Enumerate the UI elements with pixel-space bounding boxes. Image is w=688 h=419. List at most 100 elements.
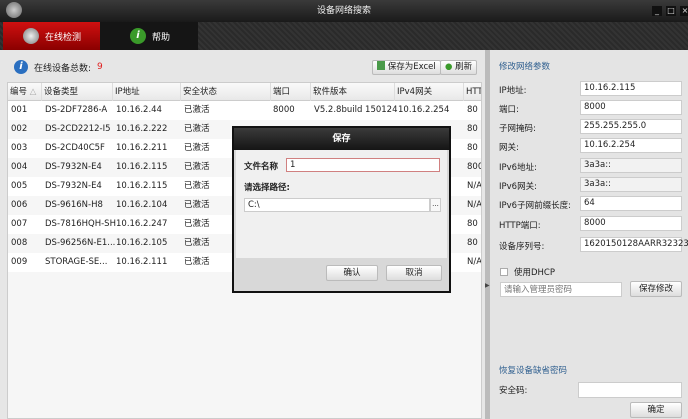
filename-label: 文件名称: [244, 162, 279, 172]
save-changes-button[interactable]: 保存修改: [630, 281, 682, 297]
table-cell: 003: [11, 143, 28, 153]
table-cell: 001: [11, 105, 28, 115]
window-title: 设备网络搜索: [316, 6, 371, 16]
table-cell: 10.16.2.44: [116, 105, 162, 115]
save-excel-button[interactable]: 保存为Excel: [372, 60, 441, 75]
save-dialog: 保存 文件名称 1 请选择路径: C:\ ... 确认 取消: [232, 126, 451, 293]
field-label: 子网掩码:: [499, 124, 536, 134]
filename-input[interactable]: 1: [286, 158, 440, 172]
table-cell: N/A: [467, 200, 482, 210]
table-cell: N/A: [467, 181, 482, 191]
table-cell: 002: [11, 124, 28, 134]
dialog-body: 文件名称 1 请选择路径: C:\ ...: [236, 150, 447, 258]
field-input[interactable]: 1620150128AARR323232: [580, 237, 688, 252]
table-cell: 005: [11, 181, 28, 191]
reset-password-title: 恢复设备缺省密码: [499, 366, 568, 376]
count-value: 9: [97, 62, 103, 72]
col-security[interactable]: 安全状态: [181, 83, 271, 101]
table-cell: 80: [467, 143, 478, 153]
table-cell: 80: [467, 124, 478, 134]
count-label: 在线设备总数:: [34, 63, 92, 74]
minimize-button[interactable]: _: [652, 6, 662, 16]
field-input[interactable]: 10.16.2.254: [580, 138, 682, 153]
save-excel-label: 保存为Excel: [387, 62, 436, 72]
dialog-ok-button[interactable]: 确认: [326, 265, 378, 281]
table-cell: 007: [11, 219, 28, 229]
table-cell: N/A: [467, 257, 482, 267]
browse-button[interactable]: ...: [430, 198, 441, 212]
field-input[interactable]: 64: [580, 196, 682, 211]
col-port[interactable]: 端口: [271, 83, 311, 101]
table-cell: 10.16.2.222: [116, 124, 168, 134]
refresh-icon: ●: [445, 62, 453, 72]
col-http[interactable]: HTT: [464, 83, 481, 101]
table-cell: 10.16.2.254: [398, 105, 450, 115]
table-row[interactable]: 001 DS-2DF7286-A 10.16.2.44 已激活 8000 V5.2.8bu…: [8, 101, 481, 120]
field-label: 网关:: [499, 143, 519, 153]
table-cell: 已激活: [184, 162, 210, 172]
device-count: i 在线设备总数: 9: [14, 60, 103, 74]
field-input[interactable]: 10.16.2.115: [580, 81, 682, 96]
refresh-button[interactable]: ● 刷新: [440, 60, 478, 75]
app-logo-icon: [6, 2, 22, 18]
security-code-label: 安全码:: [499, 386, 528, 396]
table-cell: STORAGE-SE...: [45, 257, 108, 267]
tab-online-detect[interactable]: 在线检测: [3, 22, 103, 50]
table-cell: 已激活: [184, 257, 210, 267]
info-icon: i: [130, 28, 146, 44]
tab-help[interactable]: i 帮助: [100, 22, 198, 50]
refresh-label: 刷新: [455, 62, 473, 72]
table-cell: 80: [467, 219, 478, 229]
close-button[interactable]: ×: [680, 6, 688, 16]
search-magnifier-icon: [23, 28, 39, 44]
maximize-button[interactable]: □: [666, 6, 676, 16]
path-label: 请选择路径:: [244, 183, 290, 193]
table-cell: 10.16.2.104: [116, 200, 168, 210]
table-cell: 已激活: [184, 124, 210, 134]
field-label: IPv6网关:: [499, 182, 537, 192]
table-cell: 8000: [273, 105, 295, 115]
table-cell: 已激活: [184, 219, 210, 229]
field-input[interactable]: 8000: [580, 100, 682, 115]
dhcp-checkbox[interactable]: 使用DHCP: [500, 266, 555, 278]
field-input[interactable]: 8000: [580, 216, 682, 231]
col-device-type[interactable]: 设备类型: [42, 83, 113, 101]
tab-label: 帮助: [152, 32, 171, 43]
field-label: IPv6子网前缀长度:: [499, 201, 571, 211]
security-code-input[interactable]: [578, 382, 682, 398]
field-label: 设备序列号:: [499, 242, 545, 252]
field-label: IPv6地址:: [499, 163, 537, 173]
dialog-title: 保存: [234, 128, 449, 150]
confirm-button[interactable]: 确定: [630, 402, 682, 418]
table-cell: 已激活: [184, 238, 210, 248]
table-cell: V5.2.8build 150124: [314, 105, 398, 115]
table-cell: 已激活: [184, 143, 210, 153]
section-title: 修改网络参数: [499, 62, 551, 72]
col-number[interactable]: 编号 △: [8, 83, 42, 101]
col-gateway[interactable]: IPv4网关: [395, 83, 464, 101]
field-input[interactable]: 255.255.255.0: [580, 119, 682, 134]
table-cell: 006: [11, 200, 28, 210]
checkbox-box[interactable]: [500, 268, 508, 276]
table-cell: 80: [467, 105, 478, 115]
col-ip[interactable]: IP地址: [113, 83, 181, 101]
table-cell: 10.16.2.115: [116, 162, 168, 172]
field-input[interactable]: 3a3a::: [580, 177, 682, 192]
admin-password-input[interactable]: [500, 282, 622, 297]
path-input[interactable]: C:\: [244, 198, 430, 212]
table-cell: 008: [11, 238, 28, 248]
table-cell: DS-7932N-E4: [45, 181, 102, 191]
table-cell: 80: [467, 238, 478, 248]
field-input[interactable]: 3a3a::: [580, 158, 682, 173]
table-cell: 004: [11, 162, 28, 172]
tab-label: 在线检测: [45, 32, 82, 43]
table-cell: DS-9616N-H8: [45, 200, 103, 210]
title-bar: 设备网络搜索 _ □ ×: [0, 0, 688, 22]
table-header: 编号 △ 设备类型 IP地址 安全状态 端口 软件版本 IPv4网关 HTT: [8, 83, 481, 101]
field-label: HTTP端口:: [499, 221, 541, 231]
table-cell: DS-7932N-E4: [45, 162, 102, 172]
table-cell: 10.16.2.247: [116, 219, 168, 229]
dialog-cancel-button[interactable]: 取消: [386, 265, 442, 281]
col-version[interactable]: 软件版本: [311, 83, 395, 101]
table-cell: DS-2DF7286-A: [45, 105, 108, 115]
